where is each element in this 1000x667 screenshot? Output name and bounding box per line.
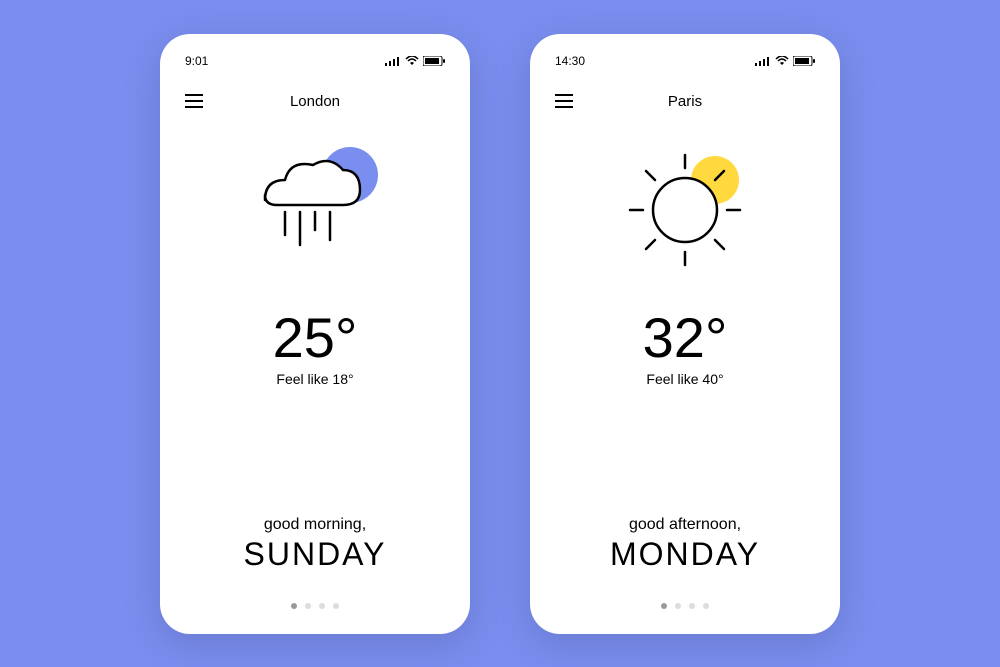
phone-screen-1: 9:01 London bbox=[160, 34, 470, 634]
status-time: 9:01 bbox=[185, 54, 208, 68]
page-dot[interactable] bbox=[291, 603, 297, 609]
wifi-icon bbox=[405, 56, 419, 66]
battery-icon bbox=[793, 56, 815, 66]
signal-icon bbox=[755, 56, 771, 66]
temperature-section: 25° Feel like 18° bbox=[185, 310, 445, 387]
status-icons bbox=[385, 56, 445, 66]
weather-icon-container bbox=[185, 140, 445, 280]
temperature-section: 32° Feel like 40° bbox=[555, 310, 815, 387]
header: London bbox=[185, 93, 445, 110]
greeting-section: good afternoon, MONDAY bbox=[555, 516, 815, 573]
temperature-value: 25° bbox=[185, 310, 445, 366]
header: Paris bbox=[555, 93, 815, 110]
status-icons bbox=[755, 56, 815, 66]
status-bar: 14:30 bbox=[555, 54, 815, 68]
sun-icon bbox=[605, 140, 765, 280]
day-label: MONDAY bbox=[555, 536, 815, 573]
city-label: Paris bbox=[555, 93, 815, 110]
wifi-icon bbox=[775, 56, 789, 66]
signal-icon bbox=[385, 56, 401, 66]
phone-screen-2: 14:30 Paris bbox=[530, 34, 840, 634]
page-indicator[interactable] bbox=[185, 603, 445, 609]
page-indicator[interactable] bbox=[555, 603, 815, 609]
greeting-text: good afternoon, bbox=[555, 516, 815, 534]
page-dot[interactable] bbox=[333, 603, 339, 609]
weather-icon-container bbox=[555, 140, 815, 280]
greeting-section: good morning, SUNDAY bbox=[185, 516, 445, 573]
day-label: SUNDAY bbox=[185, 536, 445, 573]
status-time: 14:30 bbox=[555, 54, 585, 68]
feels-like-label: Feel like 40° bbox=[555, 371, 815, 387]
city-label: London bbox=[185, 93, 445, 110]
battery-icon bbox=[423, 56, 445, 66]
greeting-text: good morning, bbox=[185, 516, 445, 534]
page-dot[interactable] bbox=[661, 603, 667, 609]
page-dot[interactable] bbox=[305, 603, 311, 609]
page-dot[interactable] bbox=[689, 603, 695, 609]
status-bar: 9:01 bbox=[185, 54, 445, 68]
page-dot[interactable] bbox=[703, 603, 709, 609]
cloud-rain-icon bbox=[235, 140, 395, 280]
page-dot[interactable] bbox=[319, 603, 325, 609]
page-dot[interactable] bbox=[675, 603, 681, 609]
feels-like-label: Feel like 18° bbox=[185, 371, 445, 387]
temperature-value: 32° bbox=[555, 310, 815, 366]
